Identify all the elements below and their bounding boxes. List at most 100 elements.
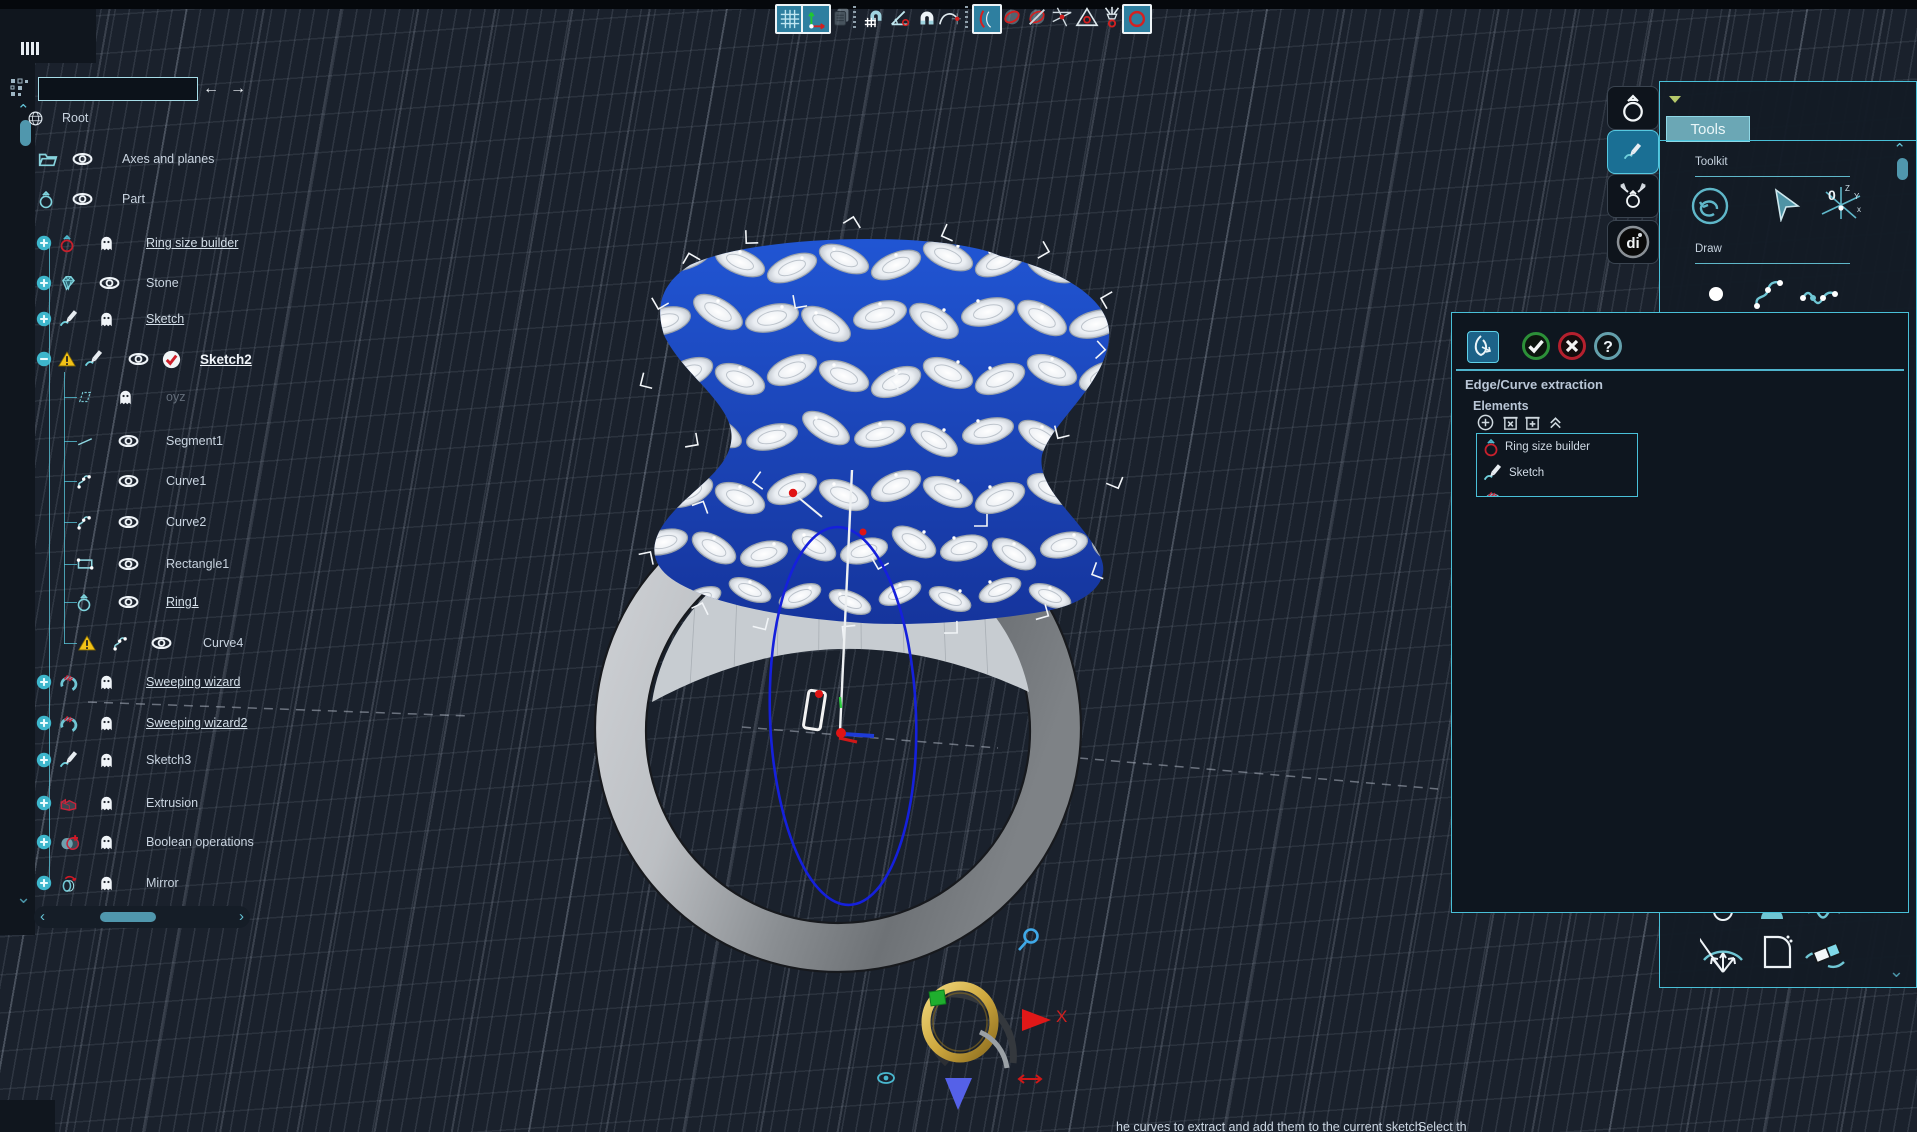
gizmo-x-arrow[interactable]: [1022, 1009, 1051, 1031]
gizmo-pan-arrow[interactable]: [1019, 1075, 1041, 1083]
triangle-snap-icon[interactable]: [1075, 4, 1099, 30]
tree-item-sweeping-wizard2[interactable]: Sweeping wizard2: [0, 710, 270, 736]
tree-hscroll-thumb[interactable]: [100, 912, 156, 922]
magnet-grid-snap-icon[interactable]: [863, 4, 887, 30]
tree-item-label[interactable]: Sweeping wizard: [146, 669, 241, 695]
filter-grid-icon[interactable]: [10, 78, 32, 98]
cancel-button[interactable]: [1557, 331, 1587, 361]
tree-item-label[interactable]: Segment1: [166, 428, 223, 454]
visibility-eye-icon[interactable]: [118, 551, 139, 577]
tree-item-sketch2[interactable]: Sketch2: [0, 346, 270, 372]
tree-item-label[interactable]: Sweeping wizard2: [146, 710, 247, 736]
tree-item-ring1[interactable]: Ring1: [0, 589, 270, 615]
hidden-ghost-icon[interactable]: [99, 747, 114, 773]
tree-item-label[interactable]: Sketch3: [146, 747, 191, 773]
gizmo-eye-icon[interactable]: [878, 1073, 894, 1083]
tree-item-curve2[interactable]: Curve2: [0, 509, 270, 535]
red-axis-handle[interactable]: [839, 738, 857, 742]
visibility-eye-icon[interactable]: [128, 346, 149, 372]
hidden-ghost-icon[interactable]: [99, 669, 114, 695]
hidden-ghost-icon[interactable]: [99, 230, 114, 256]
hscroll-left-icon[interactable]: ‹: [40, 909, 45, 924]
origin-point[interactable]: [836, 728, 846, 738]
app-menu-icon[interactable]: [21, 42, 39, 55]
angle-snap-icon[interactable]: [888, 4, 912, 30]
normal-snap-icon[interactable]: [1100, 4, 1124, 30]
tree-item-root[interactable]: Root: [0, 105, 270, 131]
hidden-ghost-icon[interactable]: [99, 710, 114, 736]
magnet-snap-icon[interactable]: [915, 4, 939, 30]
tree-item-label[interactable]: Boolean operations: [146, 829, 254, 855]
tree-item-label[interactable]: Curve1: [166, 468, 206, 494]
hscroll-right-icon[interactable]: ›: [239, 909, 244, 924]
gizmo-green-cube[interactable]: [929, 990, 946, 1006]
hidden-ghost-icon[interactable]: [99, 870, 114, 896]
tree-item-sketch[interactable]: Sketch: [0, 306, 270, 332]
ellipse-snap-disabled-icon[interactable]: [1025, 4, 1049, 30]
circle-snap-icon[interactable]: [1122, 4, 1152, 34]
tree-item-curve4[interactable]: Curve4: [0, 630, 270, 656]
tree-item-label[interactable]: Ring size builder: [146, 230, 238, 256]
tree-item-label[interactable]: Curve2: [166, 509, 206, 535]
arc-endpoint-snap-icon[interactable]: [937, 4, 961, 30]
visibility-eye-icon[interactable]: [118, 589, 139, 615]
collapse-list-icon[interactable]: [1547, 414, 1564, 431]
remove-from-list-icon[interactable]: [1502, 414, 1519, 431]
tree-item-sketch3[interactable]: Sketch3: [0, 747, 270, 773]
history-forward-button[interactable]: →: [230, 80, 246, 98]
tree-item-label[interactable]: Mirror: [146, 870, 179, 896]
tree-item-sweeping-wizard[interactable]: Sweeping wizard: [0, 669, 270, 695]
elements-list[interactable]: Ring size builderSketch: [1476, 433, 1638, 497]
confirm-button[interactable]: [1521, 331, 1551, 361]
tree-item-label[interactable]: Extrusion: [146, 790, 198, 816]
visibility-eye-icon[interactable]: [118, 509, 139, 535]
control-point[interactable]: [815, 690, 823, 698]
tree-hscroll-track[interactable]: ‹ ›: [34, 906, 250, 928]
tree-item-extrusion[interactable]: Extrusion: [0, 790, 270, 816]
tree-item-label[interactable]: Sketch2: [200, 346, 252, 372]
hidden-ghost-icon[interactable]: [118, 384, 133, 410]
ellipse-snap-icon[interactable]: [1000, 4, 1024, 30]
tree-item-boolean-operations[interactable]: Boolean operations: [0, 829, 270, 855]
tree-item-rectangle1[interactable]: Rectangle1: [0, 551, 270, 577]
layers-icon[interactable]: [830, 4, 854, 30]
visibility-eye-icon[interactable]: [72, 146, 93, 172]
hidden-ghost-icon[interactable]: [99, 306, 114, 332]
tree-item-label[interactable]: Axes and planes: [122, 146, 214, 172]
add-element-icon[interactable]: [1477, 414, 1494, 431]
history-back-button[interactable]: ←: [203, 80, 219, 98]
control-point[interactable]: [789, 489, 797, 497]
tree-search-input[interactable]: [38, 77, 198, 101]
tree-item-label[interactable]: Stone: [146, 270, 179, 296]
intersection-snap-icon[interactable]: [1050, 4, 1074, 30]
visibility-eye-icon[interactable]: [151, 630, 172, 656]
tree-item-stone[interactable]: Stone: [0, 270, 270, 296]
tree-item-label[interactable]: Curve4: [203, 630, 243, 656]
zoom-magnifier-icon[interactable]: [1019, 930, 1038, 951]
visibility-eye-icon[interactable]: [118, 468, 139, 494]
tree-item-label[interactable]: Rectangle1: [166, 551, 229, 577]
tree-item-curve1[interactable]: Curve1: [0, 468, 270, 494]
tree-item-axes-and-planes[interactable]: Axes and planes: [0, 146, 270, 172]
hidden-ghost-icon[interactable]: [99, 790, 114, 816]
gizmo-z-arrow[interactable]: [945, 1078, 972, 1110]
tree-item-label[interactable]: Sketch: [146, 306, 184, 332]
add-to-list-icon[interactable]: [1524, 414, 1541, 431]
elements-list-item[interactable]: Sketch: [1477, 460, 1637, 486]
tree-item-label[interactable]: oyz: [166, 384, 185, 410]
elements-list-item[interactable]: Ring size builder: [1477, 434, 1637, 460]
tree-item-mirror[interactable]: Mirror: [0, 870, 270, 896]
tree-item-label[interactable]: Part: [122, 186, 145, 212]
help-button[interactable]: ?: [1593, 331, 1623, 361]
curve-snap-icon[interactable]: [972, 4, 1002, 34]
hidden-ghost-icon[interactable]: [99, 829, 114, 855]
tree-item-label[interactable]: Root: [62, 105, 88, 131]
tree-item-ring-size-builder[interactable]: Ring size builder: [0, 230, 270, 256]
blue-axis-handle[interactable]: [843, 734, 874, 736]
tree-item-segment1[interactable]: Segment1: [0, 428, 270, 454]
visibility-eye-icon[interactable]: [118, 428, 139, 454]
control-point[interactable]: [860, 529, 867, 536]
origin-axes-icon[interactable]: [801, 4, 831, 34]
visibility-eye-icon[interactable]: [99, 270, 120, 296]
tree-item-label[interactable]: Ring1: [166, 589, 199, 615]
